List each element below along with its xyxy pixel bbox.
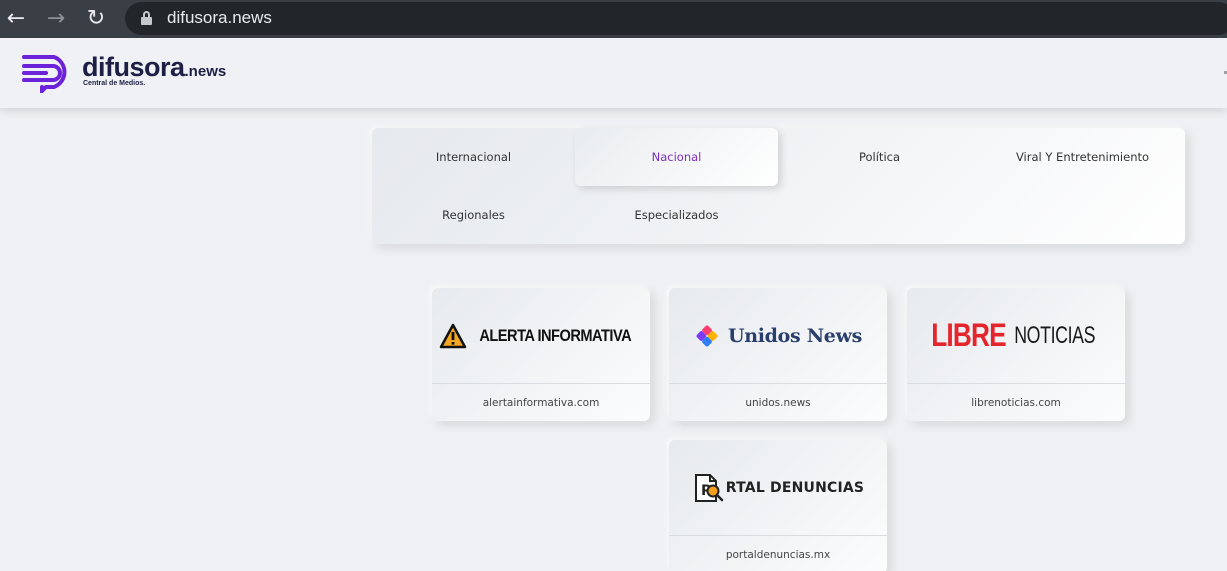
forward-arrow-icon[interactable]: → — [43, 6, 69, 32]
outlet-logo[interactable]: LIBRE NOTICIAS — [907, 288, 1125, 383]
category-nacional[interactable]: Nacional — [575, 128, 778, 186]
outlet-logo-text: ALERTA INFORMATIVA — [479, 325, 631, 345]
outlet-logo-text-primary: LIBRE — [931, 317, 1006, 353]
outlet-domain[interactable]: portaldenuncias.mx — [669, 536, 887, 571]
category-regionales[interactable]: Regionales — [372, 186, 575, 244]
outlet-logo-text-secondary: NOTICIAS — [1014, 321, 1095, 349]
difusora-logo-icon — [22, 55, 67, 93]
outlet-card-unidos-news[interactable]: Unidos News unidos.news — [669, 288, 887, 421]
url-text: difusora.news — [167, 8, 272, 27]
unidos-diamond-icon — [696, 325, 718, 346]
reload-icon[interactable]: ↻ — [83, 6, 109, 32]
category-especializados[interactable]: Especializados — [575, 186, 778, 244]
site-header: difusora.news Central de Medios. — [0, 38, 1227, 108]
lock-icon[interactable] — [141, 11, 152, 25]
outlet-domain[interactable]: alertainformativa.com — [432, 384, 650, 421]
outlet-logo[interactable]: P RTAL DENUNCIAS — [669, 440, 887, 535]
warning-icon — [439, 323, 466, 348]
outlet-logo-text: RTAL DENUNCIAS — [725, 479, 865, 496]
outlet-card-alerta-informativa[interactable]: ALERTA INFORMATIVA alertainformativa.com — [432, 288, 650, 421]
document-magnifier-icon: P — [694, 473, 724, 502]
logo-tagline: Central de Medios. — [83, 80, 146, 87]
outlet-domain[interactable]: librenoticias.com — [907, 384, 1125, 421]
address-bar[interactable]: difusora.news — [125, 2, 1227, 35]
outlet-card-libre-noticias[interactable]: LIBRE NOTICIAS librenoticias.com — [907, 288, 1125, 421]
outlet-logo[interactable]: ALERTA INFORMATIVA — [432, 288, 650, 383]
site-logo[interactable]: difusora.news Central de Medios. — [20, 53, 250, 95]
outlet-card-portal-denuncias[interactable]: P RTAL DENUNCIAS portaldenuncias.mx — [669, 440, 887, 571]
category-internacional[interactable]: Internacional — [372, 128, 575, 186]
browser-toolbar: ← → ↻ difusora.news — [0, 0, 1227, 38]
outlet-logo-text: Unidos News — [727, 324, 863, 347]
outlet-domain[interactable]: unidos.news — [669, 384, 887, 421]
back-arrow-icon[interactable]: ← — [3, 6, 29, 32]
category-viral-entretenimiento[interactable]: Viral Y Entretenimiento — [981, 128, 1184, 186]
category-politica[interactable]: Política — [778, 128, 981, 186]
outlet-logo[interactable]: Unidos News — [669, 288, 887, 383]
category-panel: Internacional Nacional Política Viral Y … — [372, 128, 1185, 244]
